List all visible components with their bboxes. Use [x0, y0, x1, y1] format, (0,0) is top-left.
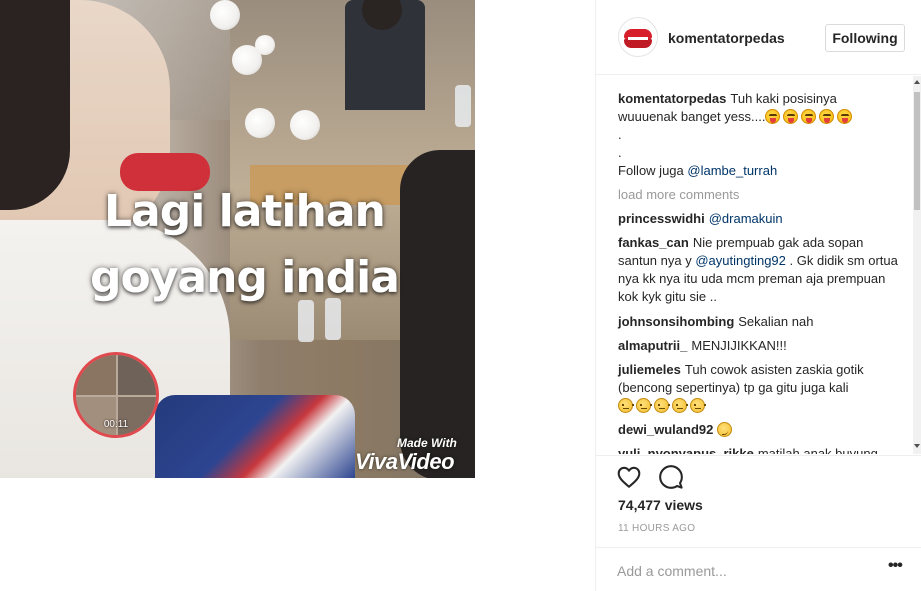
caption-mention-link[interactable]: @lambe_turrah	[687, 163, 777, 178]
comments-list[interactable]: komentatorpedas Tuh kaki posisinya wuuuen…	[596, 76, 921, 454]
scroll-down-arrow-icon[interactable]	[914, 444, 920, 448]
mirror-bulb	[245, 108, 275, 138]
comment-username[interactable]: johnsonsihombing	[618, 314, 734, 329]
header-username[interactable]: komentatorpedas	[668, 30, 785, 46]
watermark-brand: VivaVideo	[355, 449, 455, 474]
caption-text-line1: Tuh kaki posisinya	[730, 91, 837, 106]
tongue-emoji-icon	[765, 109, 781, 124]
scroll-up-arrow-icon[interactable]	[914, 80, 920, 84]
lips-logo-teeth	[628, 37, 648, 40]
load-more-comments-link[interactable]: load more comments	[618, 187, 739, 202]
list-item: yuli_nyonyapus_rikke matilah anak buyung	[618, 445, 898, 454]
unamused-emoji-icon	[672, 398, 688, 413]
pip-frame	[118, 355, 156, 395]
comment-username[interactable]: princesswidhi	[618, 211, 705, 226]
post-actions: 74,477 views 11 HOURS AGO •••	[596, 455, 921, 590]
mirror-bulb	[290, 110, 320, 140]
unamused-emoji-icon	[654, 398, 670, 413]
video-picture-in-picture: 00:11	[73, 352, 159, 438]
watermark-made-with: Made With	[397, 436, 457, 450]
caption-username[interactable]: komentatorpedas	[618, 91, 726, 106]
heart-icon[interactable]	[616, 464, 642, 490]
caption-dot: .	[618, 145, 622, 160]
video-bottle	[325, 298, 341, 340]
lips-logo-icon-lower	[624, 39, 652, 48]
post-timestamp[interactable]: 11 HOURS AGO	[618, 523, 695, 534]
unamused-emoji-icon	[636, 398, 652, 413]
unamused-emoji-icon	[690, 398, 706, 413]
tongue-emoji-icon	[801, 109, 817, 124]
comment-text: Sekalian nah	[738, 314, 814, 329]
scrollbar-thumb[interactable]	[914, 92, 920, 210]
comment-username[interactable]: almaputrii_	[618, 338, 687, 353]
list-item: juliemeles Tuh cowok asisten zaskia gotik…	[618, 361, 898, 415]
more-options-icon[interactable]: •••	[888, 558, 908, 577]
comment-mention-link[interactable]: @ayutingting92	[695, 253, 786, 268]
following-button[interactable]: Following	[825, 24, 905, 52]
add-comment-input[interactable]	[617, 560, 867, 582]
comment-username[interactable]: juliemeles	[618, 362, 681, 377]
caption-follow-text: Follow juga	[618, 163, 688, 178]
smirk-emoji-icon	[717, 422, 733, 437]
pip-frame	[118, 397, 156, 435]
add-comment-section: •••	[596, 547, 921, 591]
comment-text: matilah anak buyung	[757, 446, 878, 454]
video-bottle	[455, 85, 471, 127]
post-side-panel: komentatorpedas Following komentatorpeda…	[595, 0, 921, 591]
mirror-bulb	[255, 35, 275, 55]
pip-timestamp: 00:11	[103, 419, 129, 430]
comment-username[interactable]: dewi_wuland92	[618, 422, 713, 437]
unamused-emoji-icon	[618, 398, 634, 413]
list-item: princesswidhi @dramakuin	[618, 210, 898, 228]
video-flag-sleeve	[155, 395, 355, 478]
pip-frame	[76, 397, 116, 435]
list-item: almaputrii_ MENJIJIKKAN!!!	[618, 337, 898, 355]
pip-frame	[76, 355, 116, 395]
view-count: 74,477 views	[618, 497, 703, 513]
video-overlay-text-line1: Lagi latihan	[104, 186, 386, 237]
video-bottle	[298, 300, 314, 342]
caption-dot: .	[618, 127, 622, 142]
mirror-bulb	[210, 0, 240, 30]
tongue-emoji-icon	[837, 109, 853, 124]
post-video[interactable]: Lagi latihan goyang india 00:11 Made Wit…	[0, 0, 475, 478]
list-item: johnsonsihombing Sekalian nah	[618, 313, 898, 331]
comment-username[interactable]: yuli_nyonyapus_rikke	[618, 446, 754, 454]
comment-mention-link[interactable]: @dramakuin	[709, 211, 783, 226]
video-woman-hair	[0, 0, 70, 210]
post-header: komentatorpedas Following	[596, 0, 921, 75]
caption: komentatorpedas Tuh kaki posisinya wuuuen…	[618, 90, 898, 180]
comment-text: MENJIJIKKAN!!!	[691, 338, 787, 353]
comment-username[interactable]: fankas_can	[618, 235, 689, 250]
caption-text-line2: wuuuenak banget yess....	[618, 109, 766, 124]
avatar[interactable]	[618, 17, 658, 57]
tongue-emoji-icon	[819, 109, 835, 124]
video-overlay-text-line2: goyang india	[90, 252, 400, 303]
comment-bubble-icon[interactable]	[658, 464, 684, 490]
list-item: fankas_can Nie prempuab gak ada sopan san…	[618, 234, 898, 306]
list-item: dewi_wuland92	[618, 421, 898, 439]
tongue-emoji-icon	[783, 109, 799, 124]
